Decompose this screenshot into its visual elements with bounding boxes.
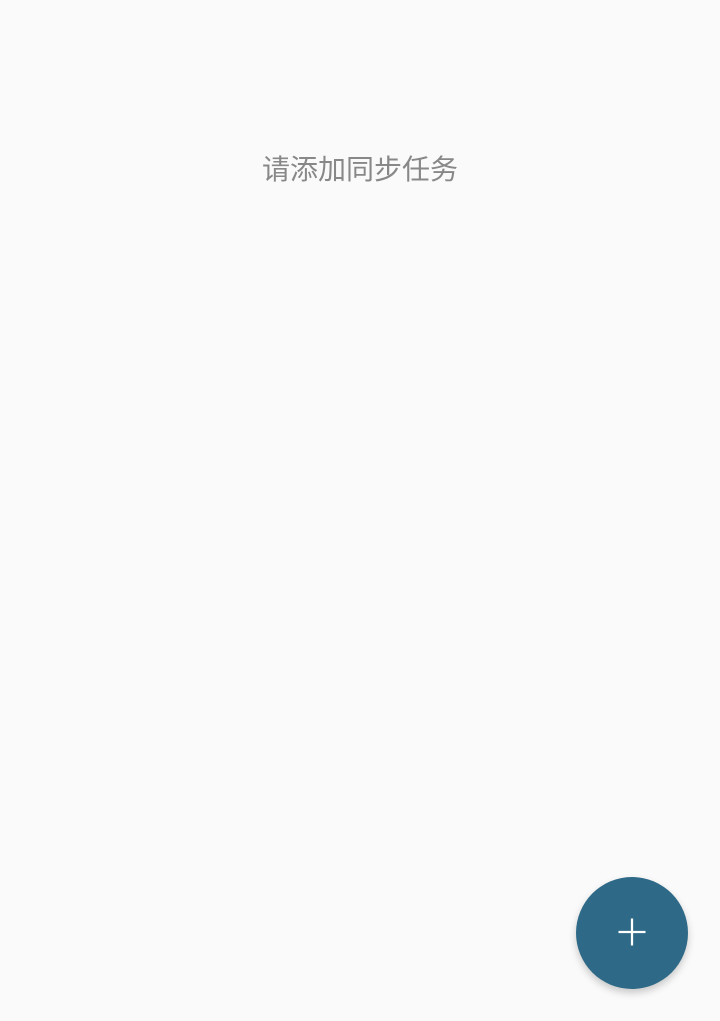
plus-icon [614, 914, 650, 953]
empty-state-message: 请添加同步任务 [0, 148, 720, 188]
add-task-button[interactable] [576, 877, 688, 989]
